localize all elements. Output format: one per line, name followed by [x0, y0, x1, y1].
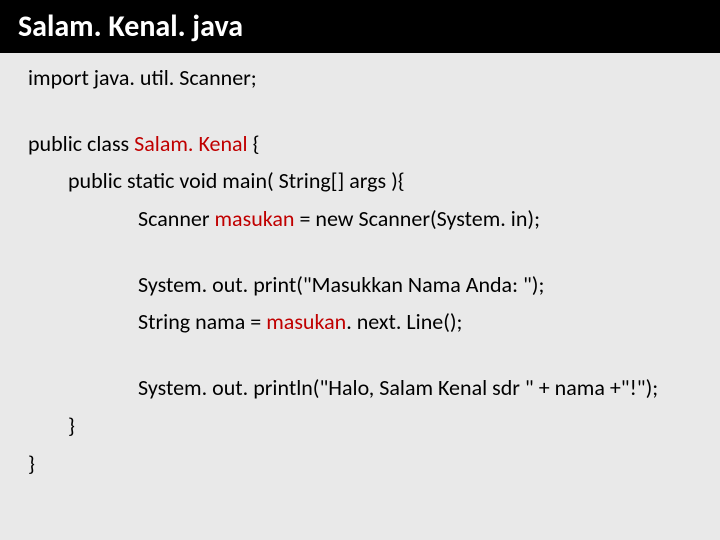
code-line: System. out. println("Halo, Salam Kenal … — [28, 373, 692, 403]
code-line: import java. util. Scanner; — [28, 63, 692, 93]
page-title: Salam. Kenal. java — [0, 0, 720, 53]
class-name: Salam. Kenal — [134, 130, 247, 157]
code-line: String nama = masukan. next. Line(); — [28, 307, 692, 337]
code-line: System. out. print("Masukkan Nama Anda: … — [28, 270, 692, 300]
code-line: public class Salam. Kenal { — [28, 129, 692, 159]
code-line: Scanner masukan = new Scanner(System. in… — [28, 204, 692, 234]
code-line: public static void main( String[] args )… — [28, 166, 692, 196]
variable-name: masukan — [214, 205, 294, 232]
variable-name: masukan — [266, 308, 346, 335]
code-line: } — [28, 449, 692, 479]
code-block: import java. util. Scanner; public class… — [0, 53, 720, 496]
code-line: } — [28, 411, 692, 441]
